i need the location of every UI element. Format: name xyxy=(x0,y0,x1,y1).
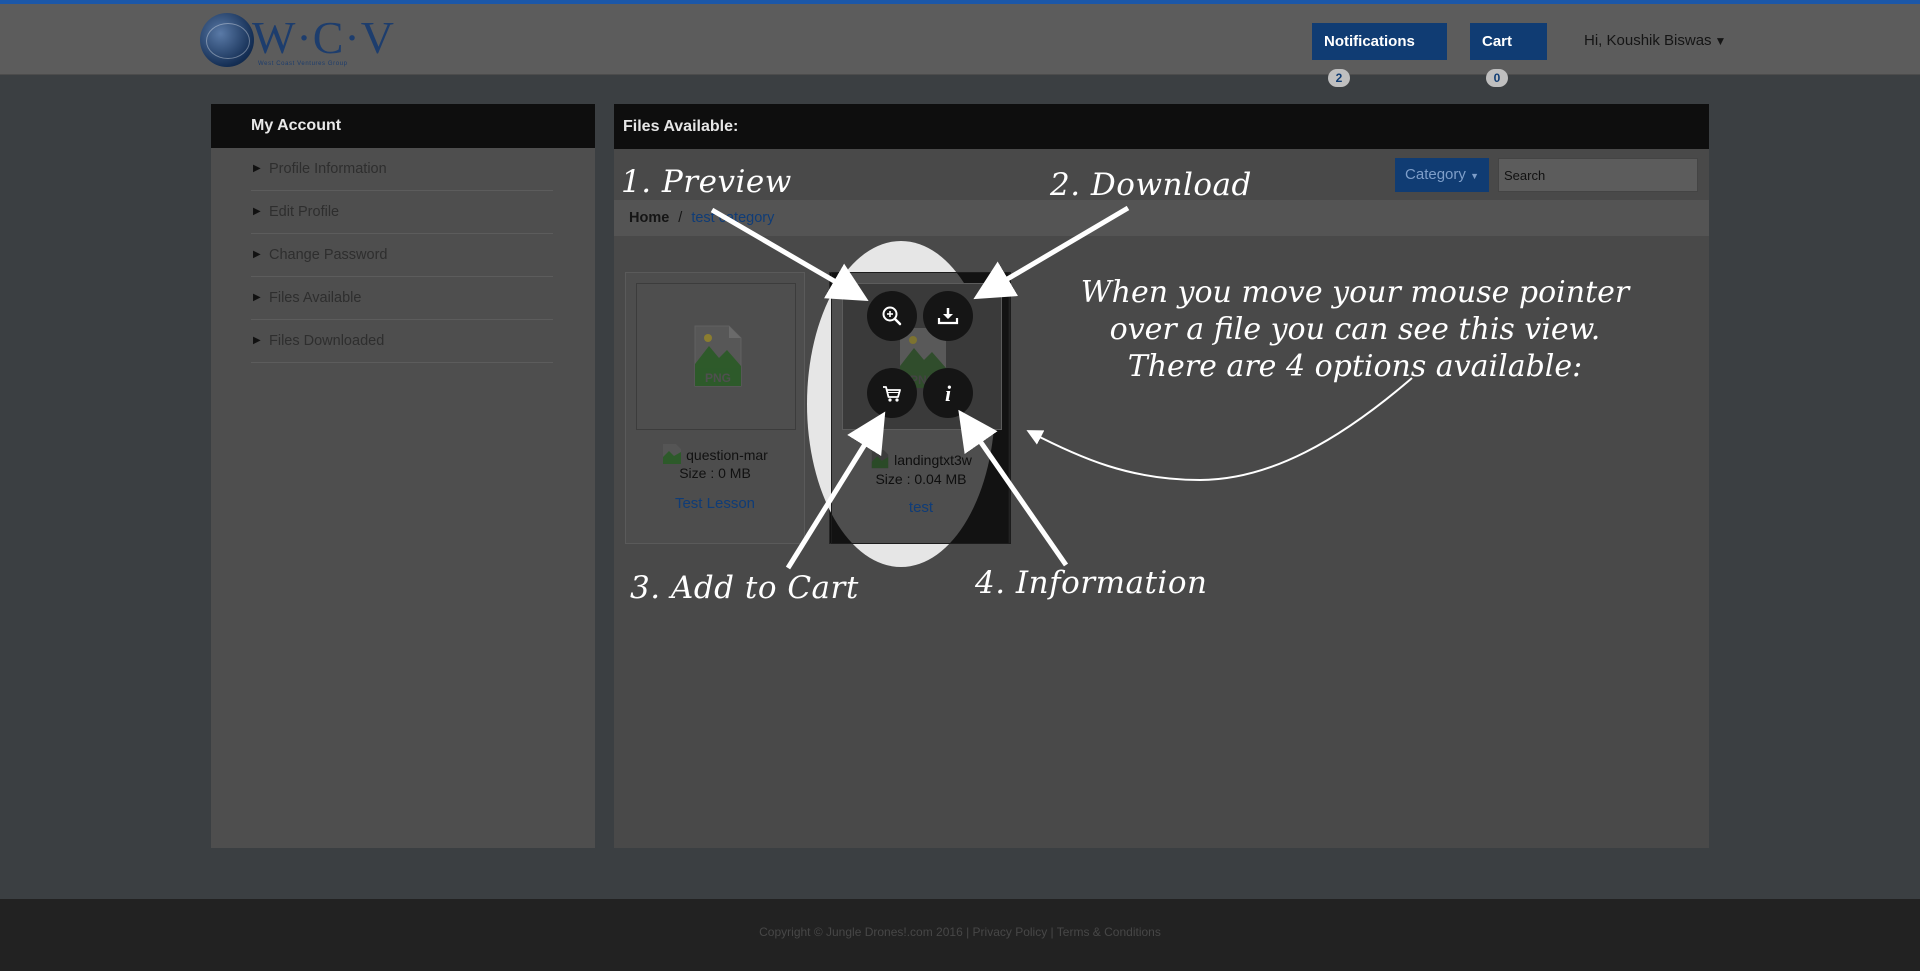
annotation-arrows xyxy=(710,205,1413,570)
annotation-information: 4. Information xyxy=(975,565,1208,601)
annotation-note: When you move your mouse pointer over a … xyxy=(1050,274,1660,385)
annotation-preview: 1. Preview xyxy=(621,164,792,200)
annotation-download: 2. Download xyxy=(1050,167,1252,203)
information-arrow xyxy=(958,409,1069,567)
copyright-text: Copyright © Jungle Drones!.com 2016 | Pr… xyxy=(759,925,1161,939)
note-line: When you move your mouse pointer xyxy=(1080,275,1630,310)
note-line: There are 4 options available: xyxy=(1127,349,1583,384)
annotation-add-to-cart: 3. Add to Cart xyxy=(630,570,859,606)
add-to-cart-arrow xyxy=(785,411,886,570)
site-footer: Copyright © Jungle Drones!.com 2016 | Pr… xyxy=(0,899,1920,971)
preview-arrow xyxy=(710,207,869,302)
options-curved-arrow xyxy=(1026,377,1413,482)
note-line: over a file you can see this view. xyxy=(1109,312,1601,347)
